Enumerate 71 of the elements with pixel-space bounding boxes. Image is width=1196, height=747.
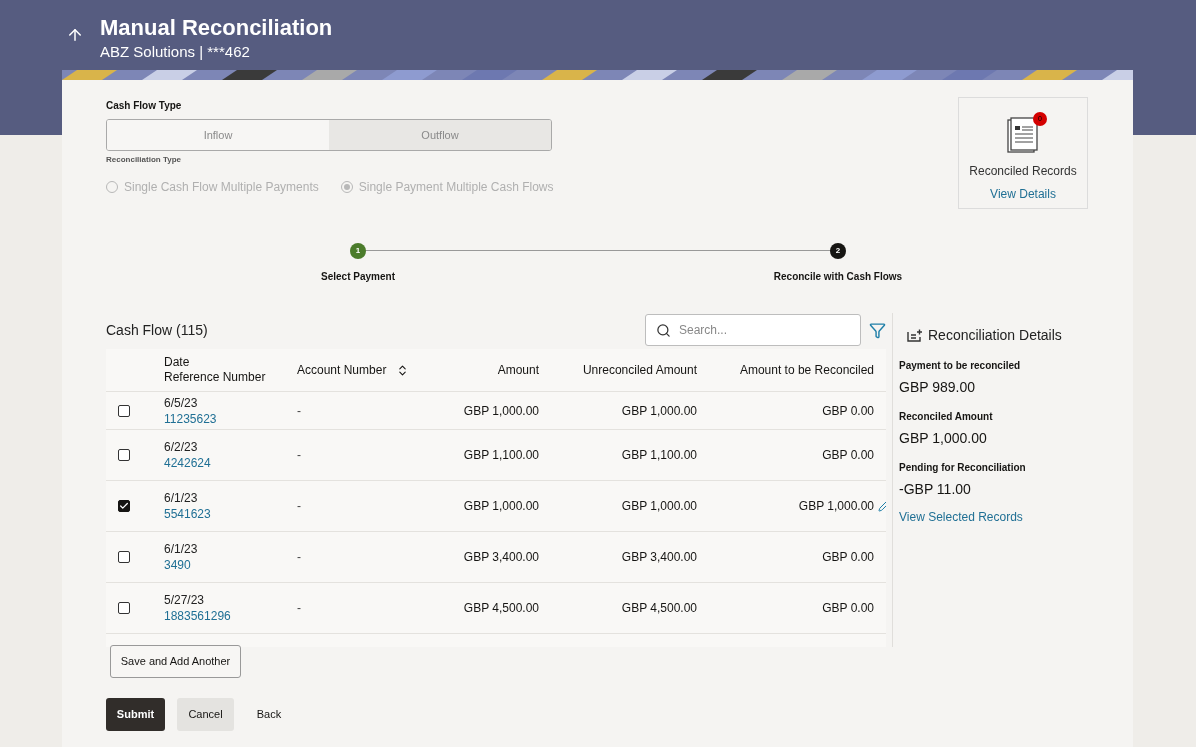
amount-text: GBP 4,500.00 — [463, 600, 540, 617]
segment-button[interactable]: Outflow — [329, 120, 551, 150]
amount-text: GBP 1,000.00 — [463, 498, 540, 515]
panel-title: Reconciliation Details — [928, 326, 1062, 345]
column-header: Amount — [497, 362, 539, 378]
amount-text: GBP 1,000.00 — [463, 402, 540, 420]
amount-text: GBP 3,400.00 — [621, 549, 698, 566]
back-button[interactable]: Back — [246, 698, 292, 731]
account-text: - — [297, 549, 302, 566]
amount-text: GBP 4,500.00 — [621, 600, 698, 617]
amount-text: GBP 1,000.00 — [621, 498, 698, 515]
amount-text: GBP 0.00 — [822, 402, 874, 420]
column-header: Account Number — [297, 362, 387, 378]
date-text: 6/1/23 — [164, 541, 199, 557]
detail-value: -GBP 11.00 — [899, 480, 972, 499]
detail-label: Pending for Reconciliation — [899, 461, 1027, 475]
table-title: Cash Flow (115) — [106, 320, 208, 340]
field-label: Reconciliation Type — [106, 154, 182, 166]
reference-link[interactable]: 5541623 — [164, 506, 211, 522]
row-checkbox[interactable] — [118, 404, 130, 417]
reference-link[interactable]: 1883561296 — [164, 608, 231, 624]
column-header: Amount to be Reconciled — [739, 362, 874, 378]
step-indicator: 1 — [350, 243, 366, 259]
reference-link[interactable]: 4242624 — [164, 455, 211, 471]
date-text: 6/2/23 — [164, 439, 199, 455]
account-text: - — [297, 600, 302, 617]
amount-text: GBP 1,000.00 — [621, 402, 698, 420]
amount-text: GBP 3,400.00 — [463, 549, 540, 566]
view-selected-link[interactable]: View Selected Records — [899, 508, 1089, 526]
amount-text: GBP 1,100.00 — [621, 447, 698, 464]
step-label: Reconcile with Cash Flows — [773, 270, 903, 284]
detail-value: GBP 989.00 — [899, 378, 977, 397]
back-arrow-icon[interactable] — [66, 26, 84, 44]
date-text: 6/1/23 — [164, 490, 199, 506]
amount-text: GBP 1,000.00 — [798, 498, 874, 515]
list-add-icon — [907, 329, 922, 342]
filter-icon[interactable] — [869, 321, 886, 339]
column-header: Unreconciled Amount — [582, 362, 697, 378]
save-and-add-button[interactable]: Save and Add Another — [110, 645, 241, 678]
step-label: Select Payment — [321, 270, 395, 284]
view-details-link[interactable]: View Details — [990, 185, 1056, 203]
amount-text: GBP 1,100.00 — [463, 447, 540, 464]
card-title: Reconciled Records — [969, 163, 1077, 180]
account-text: - — [297, 498, 302, 515]
row-checkbox[interactable] — [118, 449, 130, 461]
page-subtitle: ABZ Solutions | ***462 — [100, 42, 251, 62]
search-icon — [656, 322, 671, 338]
step-indicator: 2 — [830, 243, 846, 259]
row-checkbox[interactable] — [118, 551, 130, 563]
detail-value: GBP 1,000.00 — [899, 429, 988, 448]
amount-text: GBP 0.00 — [822, 549, 874, 566]
field-label: Cash Flow Type — [106, 99, 183, 113]
detail-label: Reconciled Amount — [899, 410, 994, 424]
detail-label: Payment to be reconciled — [899, 359, 1022, 373]
search-input[interactable]: Search... — [679, 321, 839, 339]
cancel-button[interactable]: Cancel — [177, 698, 234, 731]
document-icon — [1007, 116, 1039, 154]
date-text: 6/5/23 — [164, 394, 199, 411]
amount-text: GBP 0.00 — [822, 600, 874, 617]
reference-link[interactable]: 11235623 — [164, 410, 217, 427]
account-text: - — [297, 447, 302, 464]
date-text: 5/27/23 — [164, 592, 206, 608]
row-checkbox[interactable] — [118, 500, 130, 512]
page-title: Manual Reconciliation — [100, 14, 333, 42]
amount-text: GBP 0.00 — [822, 447, 874, 464]
search-field[interactable]: Search... — [645, 314, 861, 346]
row-checkbox[interactable] — [118, 602, 130, 614]
submit-button[interactable]: Submit — [106, 698, 165, 731]
column-header: Date Reference Number — [164, 355, 266, 385]
account-text: - — [297, 402, 302, 420]
reference-link[interactable]: 3490 — [164, 557, 191, 573]
